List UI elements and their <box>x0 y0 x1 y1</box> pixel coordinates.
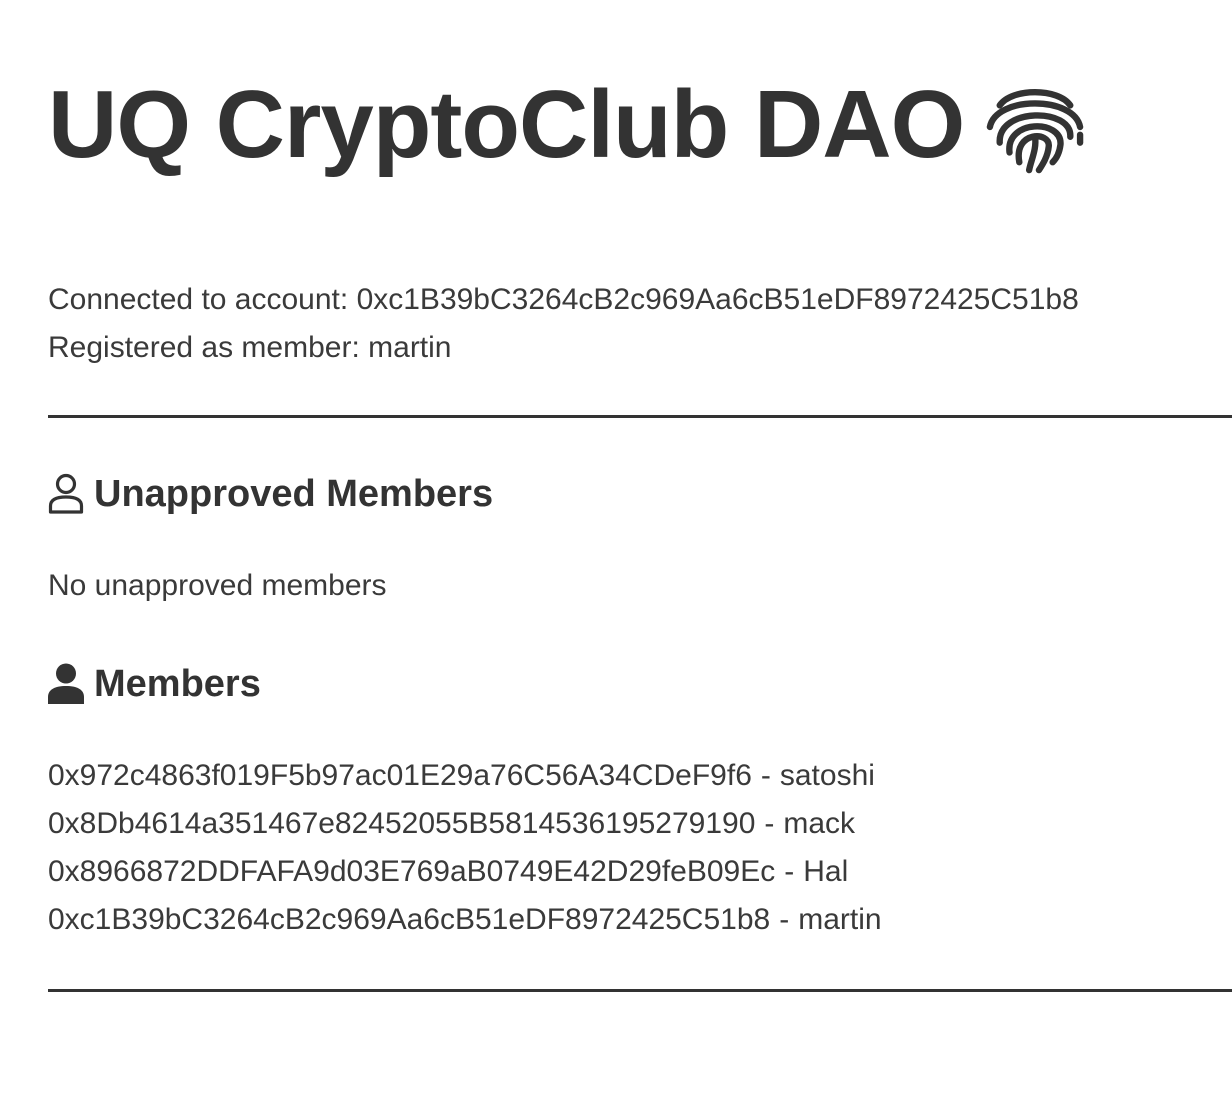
member-separator: - <box>760 759 771 792</box>
unapproved-members-heading-label: Unapproved Members <box>94 472 494 515</box>
divider <box>48 989 1232 992</box>
member-separator: - <box>784 855 795 888</box>
member-separator: - <box>764 807 775 840</box>
members-heading-label: Members <box>94 662 261 705</box>
user-outline-icon <box>48 473 84 515</box>
members-list: 0x972c4863f019F5b97ac01E29a76C56A34CDeF9… <box>48 752 882 944</box>
member-name: satoshi <box>779 759 875 792</box>
member-address: 0x972c4863f019F5b97ac01E29a76C56A34CDeF9… <box>48 759 752 792</box>
unapproved-members-heading: Unapproved Members <box>48 466 493 522</box>
fingerprint-icon <box>986 76 1084 174</box>
connected-label: Connected to account: <box>48 283 349 316</box>
members-heading: Members <box>48 656 261 712</box>
member-name: Hal <box>803 855 849 888</box>
member-name: mack <box>783 807 856 840</box>
account-info: Connected to account: 0xc1B39bC3264cB2c9… <box>48 276 1079 372</box>
unapproved-empty-text: No unapproved members <box>48 569 387 602</box>
registered-name: martin <box>368 331 452 364</box>
divider <box>48 415 1232 418</box>
member-item: 0x8Db4614a351467e82452055B58145361952791… <box>48 800 882 848</box>
page-title: UQ CryptoClub DAO <box>48 71 965 178</box>
page-header: UQ CryptoClub DAO <box>48 70 1084 180</box>
member-item: 0xc1B39bC3264cB2c969Aa6cB51eDF8972425C51… <box>48 896 882 944</box>
user-filled-icon <box>48 663 84 705</box>
member-address: 0x8Db4614a351467e82452055B58145361952791… <box>48 807 756 840</box>
member-item: 0x8966872DDFAFA9d03E769aB0749E42D29feB09… <box>48 848 882 896</box>
member-name: martin <box>798 903 882 936</box>
connected-account-line: Connected to account: 0xc1B39bC3264cB2c9… <box>48 276 1079 324</box>
member-item: 0x972c4863f019F5b97ac01E29a76C56A34CDeF9… <box>48 752 882 800</box>
registered-label: Registered as member: <box>48 331 360 364</box>
member-separator: - <box>779 903 790 936</box>
member-address: 0xc1B39bC3264cB2c969Aa6cB51eDF8972425C51… <box>48 903 771 936</box>
registered-member-line: Registered as member: martin <box>48 324 1079 372</box>
member-address: 0x8966872DDFAFA9d03E769aB0749E42D29feB09… <box>48 855 776 888</box>
page-container: UQ CryptoClub DAO Connected to account: … <box>48 0 1232 1110</box>
cut-off-section-icon <box>50 1102 80 1110</box>
connected-address: 0xc1B39bC3264cB2c969Aa6cB51eDF8972425C51… <box>356 283 1079 316</box>
